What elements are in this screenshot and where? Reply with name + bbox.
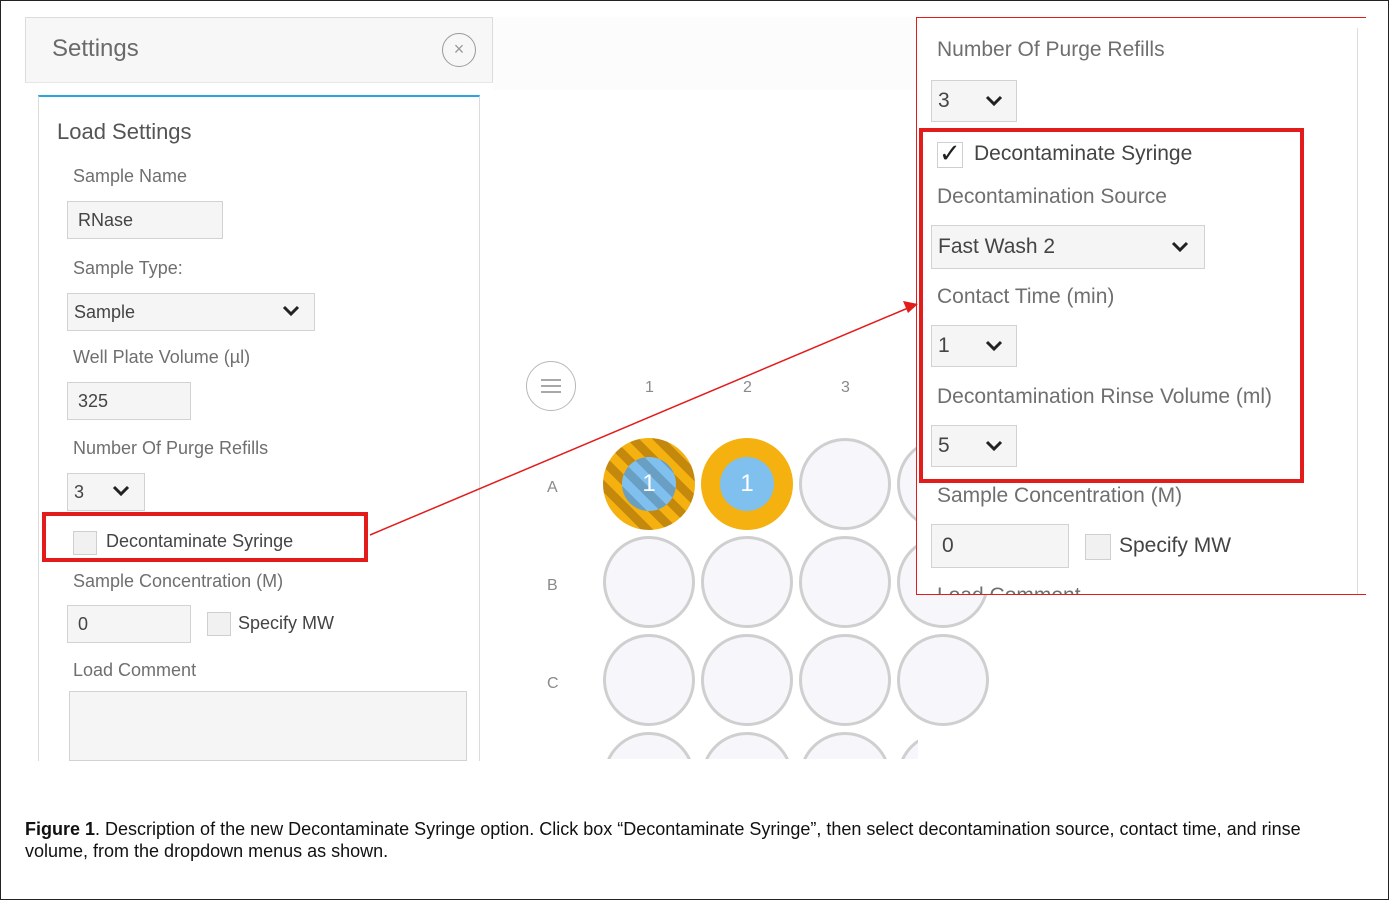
callout-arrow	[369, 301, 918, 536]
figure-label: Figure 1	[25, 819, 96, 839]
caption-text: . Description of the new Decontaminate S…	[25, 819, 1301, 861]
figure-caption: Figure 1. Description of the new Deconta…	[25, 818, 1345, 862]
